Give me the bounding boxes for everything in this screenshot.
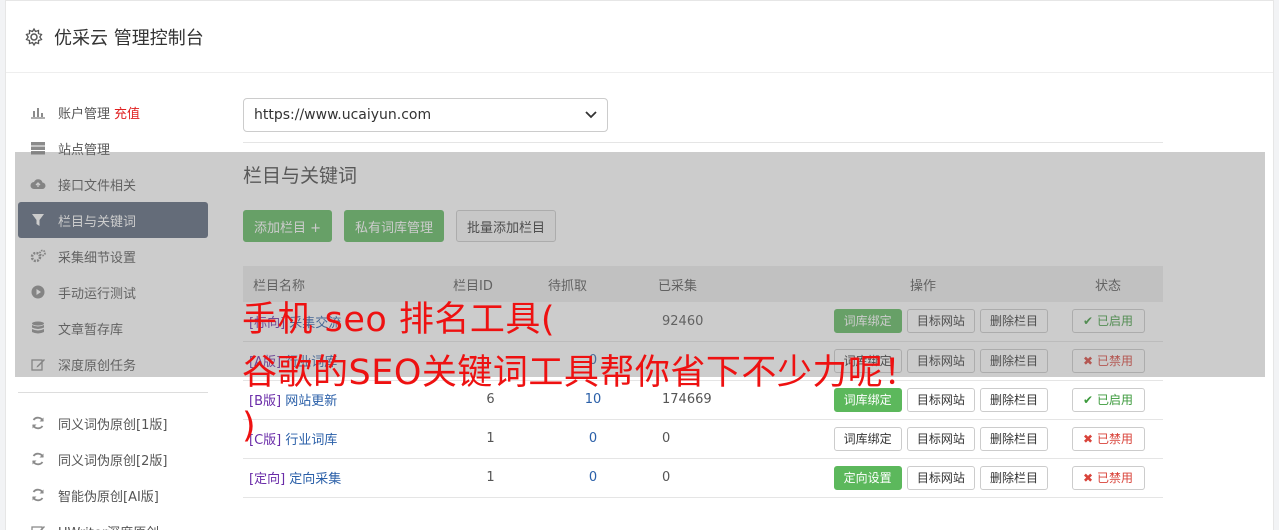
site-select[interactable]: https://www.ucaiyun.com <box>243 98 608 132</box>
table-row: [定向] 定向采集 1 0 0 定向设置 目标网站 删除栏目 ✖ 已禁用 <box>243 458 1163 498</box>
headline-line3: ) <box>242 406 257 446</box>
check-icon: ✔ <box>1083 392 1094 407</box>
gear-icon <box>24 27 44 47</box>
edit-icon <box>30 523 46 530</box>
app-title: 优采云 管理控制台 <box>54 27 204 49</box>
sidebar-divider <box>18 392 208 393</box>
divider <box>243 142 1163 143</box>
status-label: 已启用 <box>1096 392 1133 407</box>
status-toggle[interactable]: ✖ 已禁用 <box>1071 465 1145 490</box>
sidebar-item[interactable]: 同义词伪原创[2版] <box>18 441 208 477</box>
headline-line1: 手机 seo 排名工具( <box>242 300 556 340</box>
pending-count[interactable]: 0 <box>538 458 648 498</box>
delete-column-button[interactable]: 删除栏目 <box>979 465 1048 490</box>
column-name-cell: [定向] 定向采集 <box>243 458 443 498</box>
sidebar-item[interactable]: 同义词伪原创[1版] <box>18 405 208 441</box>
sidebar-item-label: 智能伪原创[AI版] <box>58 489 159 505</box>
close-icon: ✖ <box>1083 431 1094 446</box>
sidebar-item[interactable]: 账户管理 充值 <box>18 94 208 130</box>
chevron-down-icon <box>585 107 597 123</box>
sidebar-item-label: UWriter深度原创 <box>58 522 159 530</box>
status-cell: ✖ 已禁用 <box>1053 458 1163 498</box>
overlay-headline: 手机 seo 排名工具( 谷歌的SEO关键词工具帮你省下不少力呢！ ) <box>242 294 1072 453</box>
status-toggle[interactable]: ✖ 已禁用 <box>1071 426 1145 451</box>
status-toggle[interactable]: ✔ 已启用 <box>1071 387 1145 412</box>
status-label: 已禁用 <box>1096 431 1133 446</box>
bind-button[interactable]: 定向设置 <box>833 465 902 490</box>
sidebar-item-label: 同义词伪原创[2版] <box>58 453 168 469</box>
target-site-button[interactable]: 目标网站 <box>906 465 975 490</box>
recharge-link[interactable]: 充值 <box>114 103 140 122</box>
close-icon: ✖ <box>1083 470 1094 485</box>
refresh-icon <box>30 487 46 503</box>
sidebar-item-label: 账户管理 <box>58 106 111 122</box>
site-select-value: https://www.ucaiyun.com <box>254 107 432 123</box>
sidebar-item[interactable]: UWriter深度原创 <box>18 513 208 530</box>
column-id: 1 <box>443 458 538 498</box>
refresh-icon <box>30 451 46 467</box>
column-tag: [定向] <box>249 472 286 487</box>
actions-cell: 定向设置 目标网站 删除栏目 <box>793 458 1053 498</box>
sidebar-item[interactable]: 智能伪原创[AI版] <box>18 477 208 513</box>
refresh-icon <box>30 415 46 431</box>
column-name-link[interactable]: 定向采集 <box>289 472 341 487</box>
collected-count: 0 <box>648 458 793 498</box>
sidebar-item-label: 同义词伪原创[1版] <box>58 417 168 433</box>
app-header: 优采云 管理控制台 <box>6 1 1273 73</box>
bar-chart-icon <box>30 104 46 120</box>
status-label: 已禁用 <box>1096 470 1133 485</box>
headline-line2: 谷歌的SEO关键词工具帮你省下不少力呢！ <box>242 353 919 393</box>
